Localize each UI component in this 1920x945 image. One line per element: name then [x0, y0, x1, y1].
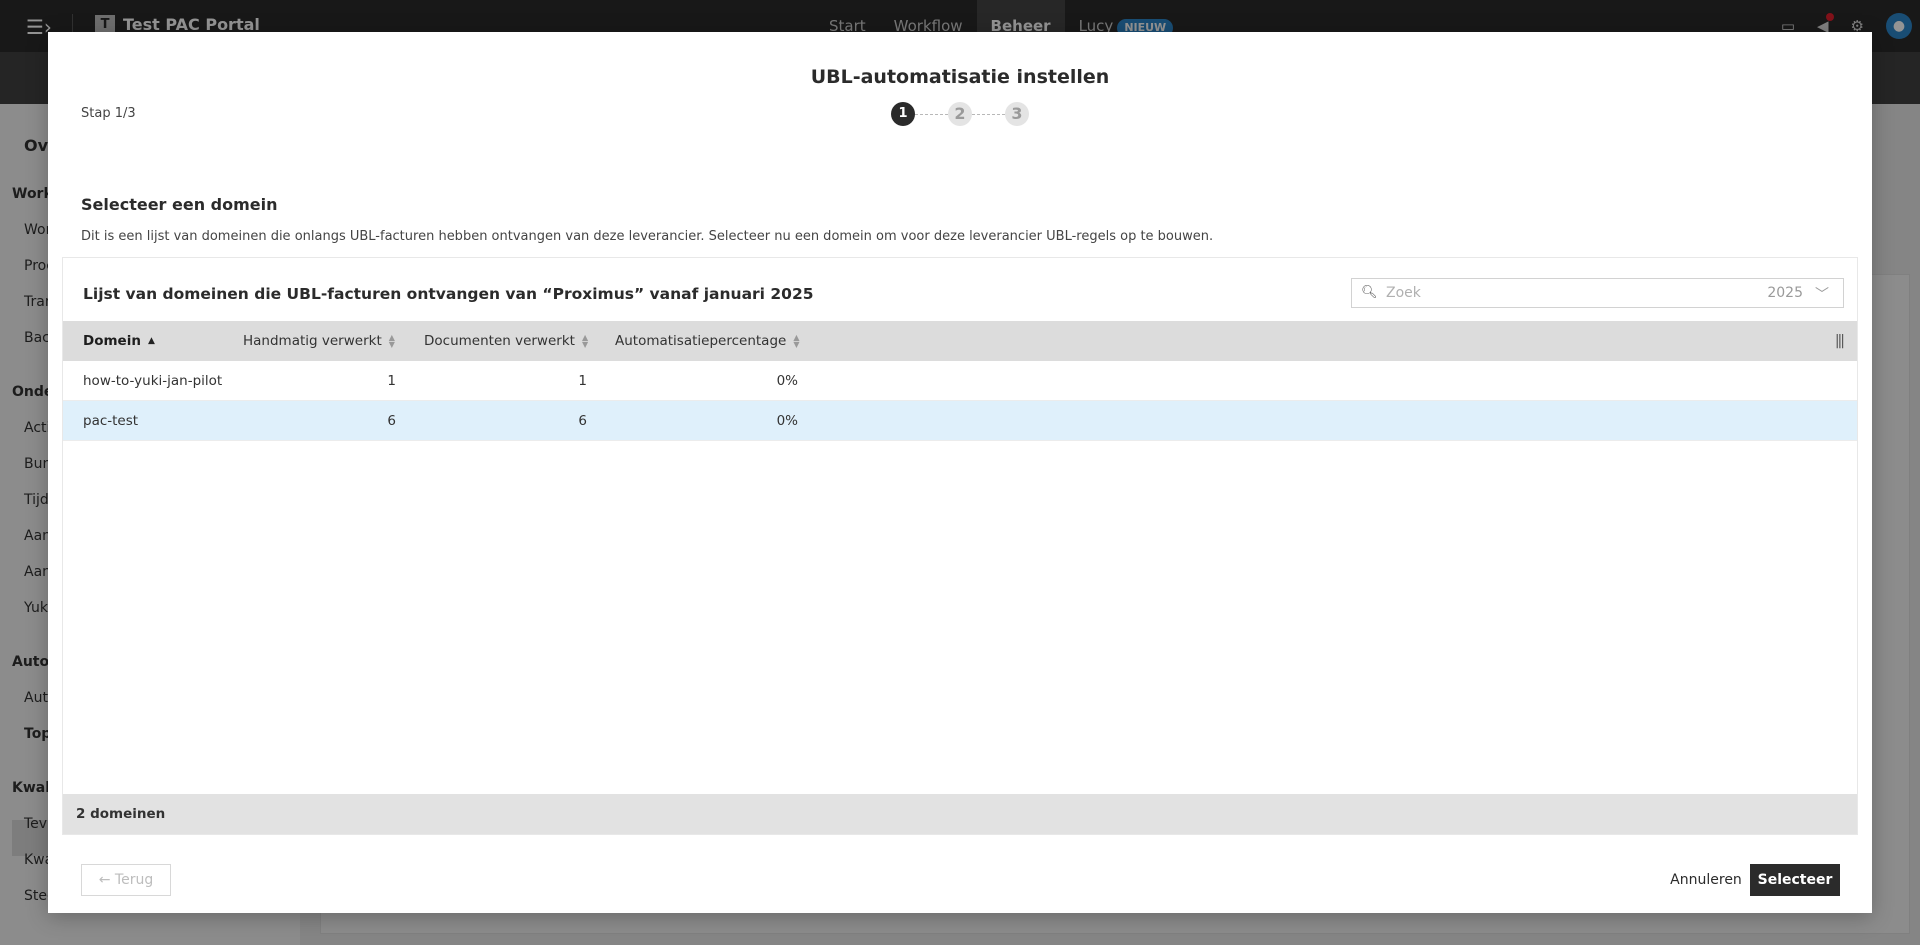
column-documents[interactable]: Documenten verwerkt ▲ ▼	[424, 321, 588, 361]
modal-title: UBL-automatisatie instellen	[810, 66, 1110, 88]
select-button[interactable]: Selecteer	[1750, 864, 1840, 896]
step-1: 1	[891, 102, 915, 126]
cell-manual: 1	[387, 373, 396, 389]
stepper: 1 2 3	[891, 102, 1029, 126]
year-select-value[interactable]: 2025	[1767, 285, 1803, 301]
cell-docs: 6	[578, 413, 587, 429]
column-domain[interactable]: Domein ▲	[83, 321, 155, 361]
search-icon: 🔍︎	[1361, 285, 1378, 300]
cell-pct: 0%	[776, 413, 798, 429]
ubl-automation-modal: UBL-automatisatie instellen Stap 1/3 1 2…	[48, 32, 1872, 913]
column-manual[interactable]: Handmatig verwerkt ▲ ▼	[243, 321, 395, 361]
back-button[interactable]: ← Terug	[81, 864, 171, 896]
step-label: Stap 1/3	[81, 106, 136, 121]
section-title: Selecteer een domein	[81, 195, 278, 214]
step-2: 2	[948, 102, 972, 126]
column-automation-pct[interactable]: Automatisatiepercentage ▲ ▼	[615, 321, 799, 361]
cell-docs: 1	[578, 373, 587, 389]
section-description: Dit is een lijst van domeinen die onlang…	[81, 229, 1214, 244]
cell-pct: 0%	[776, 373, 798, 389]
sort-icon[interactable]: ▲ ▼	[582, 334, 588, 349]
cell-manual: 6	[387, 413, 396, 429]
column-label: Handmatig verwerkt	[243, 333, 382, 349]
table-row-selected[interactable]: pac-test 6 6 0%	[63, 401, 1857, 441]
sort-asc-icon[interactable]: ▲	[148, 336, 155, 345]
columns-icon[interactable]: |||	[1835, 333, 1845, 349]
search-input[interactable]	[1386, 283, 1736, 303]
sort-icon[interactable]: ▲ ▼	[389, 334, 395, 349]
column-label: Automatisatiepercentage	[615, 333, 787, 349]
row-count: 2 domeinen	[76, 806, 166, 822]
search-box[interactable]: 🔍︎ 2025 ﹀	[1351, 278, 1844, 308]
table-header: Domein ▲ Handmatig verwerkt ▲ ▼ Documenten …	[63, 321, 1857, 361]
sort-icon[interactable]: ▲ ▼	[793, 334, 799, 349]
cancel-button[interactable]: Annuleren	[1646, 864, 1766, 896]
column-label: Domein	[83, 333, 141, 349]
step-connector	[915, 113, 948, 115]
step-3: 3	[1005, 102, 1029, 126]
column-label: Documenten verwerkt	[424, 333, 575, 349]
cell-domain: pac-test	[83, 413, 139, 429]
table-row[interactable]: how-to-yuki-jan-pilot 1 1 0%	[63, 361, 1857, 401]
cell-domain: how-to-yuki-jan-pilot	[83, 373, 223, 389]
step-connector	[972, 113, 1005, 115]
table-footer: 2 domeinen	[63, 794, 1857, 834]
domain-list-panel: Lijst van domeinen die UBL-facturen ontv…	[62, 257, 1858, 835]
chevron-down-icon[interactable]: ﹀	[1815, 284, 1829, 304]
panel-title: Lijst van domeinen die UBL-facturen ontv…	[83, 285, 814, 303]
